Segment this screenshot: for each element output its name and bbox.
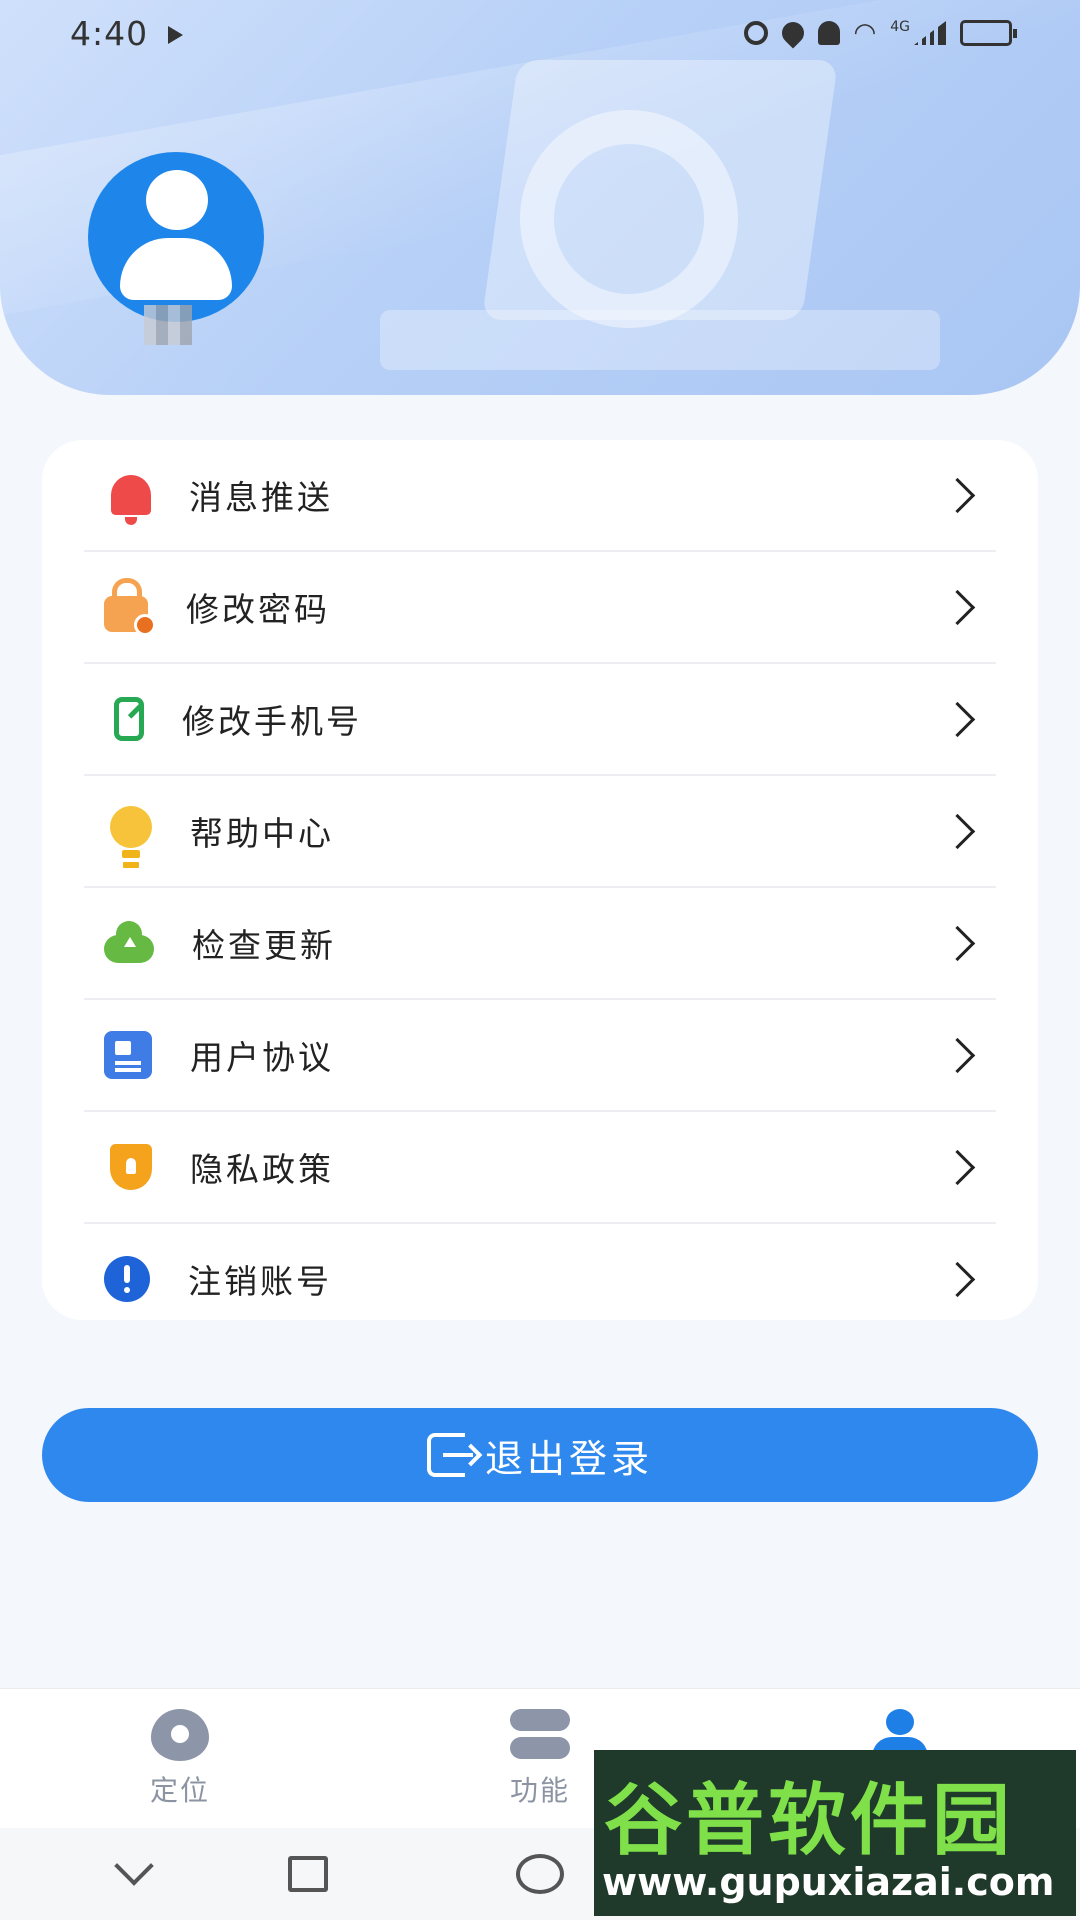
menu-item-label: 修改密码 xyxy=(186,590,330,629)
document-icon xyxy=(104,1031,152,1079)
menu-item-delete-account[interactable]: 注销账号 xyxy=(84,1224,996,1334)
chevron-right-icon xyxy=(939,701,976,737)
menu-item-user-agreement[interactable]: 用户协议 xyxy=(84,1000,996,1112)
chevron-right-icon xyxy=(939,813,976,849)
media-play-icon xyxy=(168,26,183,44)
signal-icon xyxy=(914,21,946,45)
chevron-right-icon xyxy=(939,925,976,961)
status-time: 4:40 xyxy=(70,14,149,53)
lock-icon xyxy=(104,578,156,636)
tab-label: 定位 xyxy=(149,1774,210,1807)
shield-icon xyxy=(110,1144,152,1190)
chevron-right-icon xyxy=(939,1037,976,1073)
watermark-logo: 谷普软件园 xyxy=(604,1776,1015,1866)
menu-item-change-password[interactable]: 修改密码 xyxy=(84,552,996,664)
profile-header: 4:40 ◠ 4G xyxy=(0,0,1080,395)
mute-bell-icon xyxy=(817,21,840,45)
menu-item-help-center[interactable]: 帮助中心 xyxy=(84,776,996,888)
alarm-icon xyxy=(743,21,768,45)
nav-home-icon[interactable] xyxy=(516,1854,564,1894)
lightbulb-icon xyxy=(110,806,152,858)
screen: 4:40 ◠ 4G 消息推送 修改密码 修改手机号 帮助中心 检查更新 用户协议… xyxy=(0,0,1080,1920)
location-pin-icon xyxy=(151,1709,209,1761)
menu-item-label: 隐私政策 xyxy=(190,1150,334,1189)
username-redacted xyxy=(144,305,192,345)
status-icons: ◠ 4G xyxy=(743,17,1017,49)
bell-icon xyxy=(111,475,151,525)
logout-icon xyxy=(426,1433,473,1477)
header-decoration xyxy=(380,310,940,370)
status-bar: 4:40 ◠ 4G xyxy=(0,0,1080,76)
location-icon xyxy=(776,17,809,49)
logout-label: 退出登录 xyxy=(484,1436,653,1481)
menu-item-label: 用户协议 xyxy=(190,1038,334,1077)
nav-recent-icon[interactable] xyxy=(288,1856,328,1892)
chevron-right-icon xyxy=(939,477,976,513)
menu-item-privacy-policy[interactable]: 隐私政策 xyxy=(84,1112,996,1224)
chevron-right-icon xyxy=(939,589,976,625)
menu-item-label: 修改手机号 xyxy=(182,702,362,741)
avatar-head-shape xyxy=(146,170,208,230)
menu-item-change-phone[interactable]: 修改手机号 xyxy=(84,664,996,776)
alert-icon xyxy=(104,1256,150,1302)
chevron-right-icon xyxy=(939,1261,976,1297)
toggle-icon xyxy=(510,1709,570,1761)
nav-back-icon[interactable] xyxy=(114,1846,154,1886)
cloud-upload-icon xyxy=(104,921,154,963)
watermark-url: www.gupuxiazai.com xyxy=(602,1860,1055,1904)
menu-item-label: 消息推送 xyxy=(189,478,333,517)
header-decoration xyxy=(520,110,738,328)
phone-edit-icon xyxy=(114,697,144,741)
menu-item-label: 帮助中心 xyxy=(190,814,334,853)
avatar-body-shape xyxy=(120,238,232,300)
battery-icon xyxy=(960,20,1017,46)
watermark: 谷普软件园 www.gupuxiazai.com xyxy=(594,1750,1076,1916)
chevron-right-icon xyxy=(939,1149,976,1185)
network-type: 4G xyxy=(890,19,910,35)
wifi-icon: ◠ xyxy=(853,18,877,48)
settings-menu: 消息推送 修改密码 修改手机号 帮助中心 检查更新 用户协议 隐私政策 注销账号 xyxy=(42,440,1038,1320)
menu-item-label: 注销账号 xyxy=(188,1262,332,1301)
menu-item-check-update[interactable]: 检查更新 xyxy=(84,888,996,1000)
logout-button[interactable]: 退出登录 xyxy=(42,1408,1038,1502)
tab-location[interactable]: 定位 xyxy=(80,1709,280,1809)
menu-item-label: 检查更新 xyxy=(192,926,336,965)
menu-item-push-notifications[interactable]: 消息推送 xyxy=(84,440,996,552)
avatar[interactable] xyxy=(88,152,264,322)
